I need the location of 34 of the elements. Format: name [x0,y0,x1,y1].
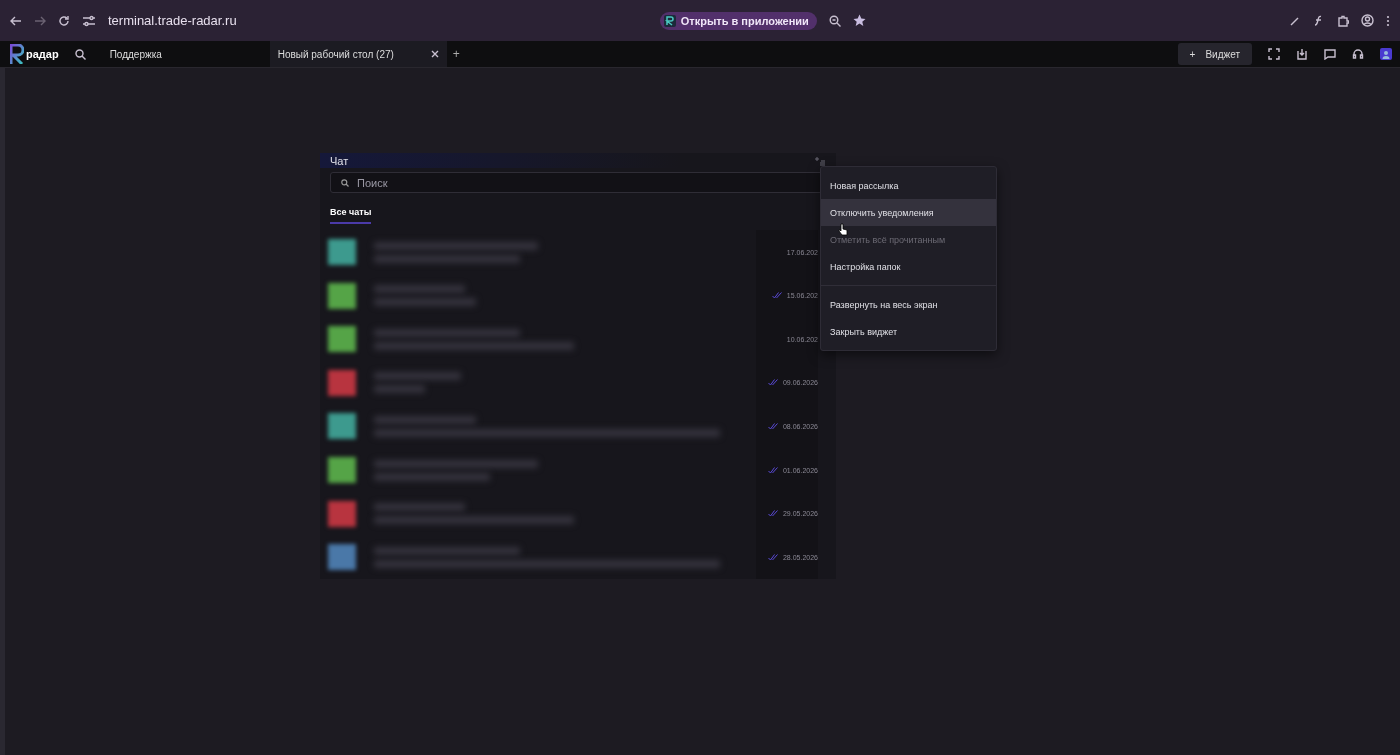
star-icon[interactable] [852,14,866,27]
folder-tab[interactable]: Все чаты [330,207,372,225]
account-icon[interactable] [1380,48,1392,60]
logo-text: радар [26,48,59,60]
headset-icon[interactable] [1352,48,1364,60]
close-icon[interactable] [430,50,439,58]
site-settings-icon[interactable] [82,14,96,27]
search-icon[interactable] [74,48,86,60]
reload-icon[interactable] [58,14,70,27]
menu-item[interactable]: Настройка папок [821,253,996,280]
pointer-cursor-icon [838,223,848,236]
menu-item[interactable]: Закрыть виджет [821,318,996,345]
workspace-tab[interactable]: Поддержка [93,41,270,67]
search-icon [341,179,349,188]
app-logo-icon [663,14,676,27]
blurred-text [374,385,425,394]
add-widget-button[interactable]: + Виджет [1177,43,1252,65]
open-in-app-button[interactable]: Открыть в приложении [659,11,817,30]
workspace-tab[interactable]: Новый рабочий стол (27) [269,41,447,67]
logo-icon [10,44,24,64]
more-icon[interactable] [1386,14,1390,27]
extensions-icon[interactable] [1337,14,1349,27]
menu-item[interactable]: Отключить уведомления [821,199,996,226]
chat-icon[interactable] [1324,48,1336,60]
download-icon[interactable] [1296,48,1308,60]
zoom-icon[interactable] [828,14,841,27]
profile-icon[interactable] [1361,14,1374,27]
forward-icon[interactable] [34,14,46,27]
address-bar-url[interactable]: terminal.trade-radar.ru [108,13,237,28]
fullscreen-icon[interactable] [1268,48,1280,60]
back-icon[interactable] [10,14,22,27]
widget-title: Чат [330,154,349,167]
add-tab-button[interactable]: + [446,47,466,61]
menu-item[interactable]: Развернуть на весь экран [821,291,996,318]
